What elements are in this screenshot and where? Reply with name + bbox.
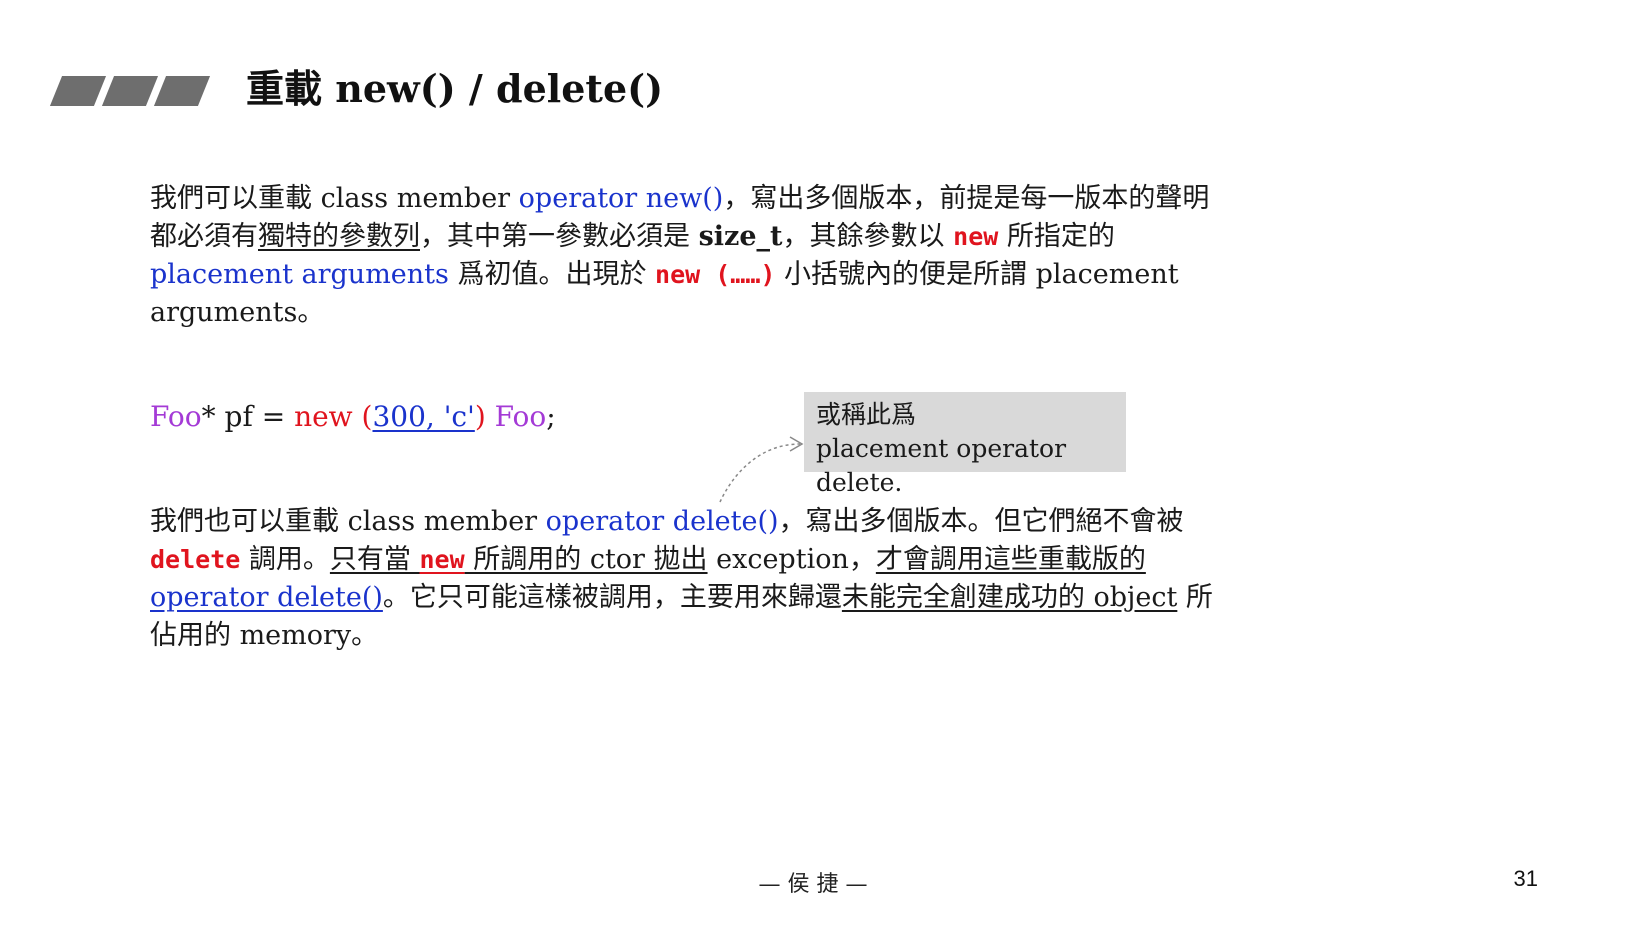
code-semicolon: ;: [546, 400, 556, 433]
code-foo-type: Foo: [150, 400, 202, 433]
note-line-2: placement operator delete.: [816, 434, 1067, 497]
code-open-paren: (: [352, 400, 373, 433]
p1-text-7: ，其餘參數以: [782, 221, 954, 252]
slide: 重載 new() / delete() 我們可以重載 class member …: [0, 0, 1626, 952]
p1-new-parens: new (……): [655, 260, 776, 289]
p1-text-9: 所指定的: [998, 221, 1115, 252]
code-pf-decl: * pf =: [201, 400, 295, 433]
title-bar-2: [101, 76, 159, 106]
slide-title: 重載 new() / delete(): [246, 66, 664, 111]
p2-exception: exception，: [707, 544, 876, 575]
title-bar-1: [49, 76, 107, 106]
page-number: 31: [1513, 866, 1538, 891]
p1-operator-new: operator new(): [518, 183, 724, 214]
p1-new-keyword: new: [953, 222, 999, 251]
p1-size-t: size_t: [698, 221, 783, 252]
p2-text-12: 。它只可能這樣被調用，主要用來歸還: [382, 582, 842, 613]
p2-text-5: 調用。: [240, 544, 330, 575]
p2-operator-delete-2: operator delete(): [150, 582, 383, 613]
title-decoration: [49, 76, 216, 106]
code-close-paren: ): [474, 400, 486, 433]
p2-delete-keyword: delete: [150, 545, 241, 574]
p2-not-fully-created: 未能完全創建成功的 object: [841, 582, 1178, 613]
note-line-1: 或稱此爲: [816, 400, 917, 429]
p2-text-1: 我們也可以重載 class member: [150, 506, 546, 537]
paragraph-operator-delete: 我們也可以重載 class member operator delete()，寫…: [150, 503, 1230, 655]
p2-only-when: 只有當: [329, 544, 420, 575]
p1-unique-params: 獨特的參數列: [258, 221, 420, 252]
code-new: new: [294, 400, 353, 433]
p2-will-call: 才會調用這些重載版的: [875, 544, 1146, 575]
code-example: Foo* pf = new (300, 'c') Foo;: [150, 400, 556, 433]
p2-ctor-throws: 所調用的 ctor 拋出: [464, 544, 708, 575]
code-foo-ctor: Foo: [485, 400, 547, 433]
footer-author: — 侯 捷 —: [758, 872, 868, 897]
note-callout: 或稱此爲 placement operator delete.: [804, 392, 1126, 497]
p1-placement-arguments: placement arguments: [150, 259, 449, 290]
p1-text-5: ，其中第一參數必須是: [420, 221, 699, 252]
note-arrow-icon: [719, 436, 804, 503]
p1-text-1: 我們可以重載 class member: [150, 183, 519, 214]
p2-new-keyword: new: [419, 545, 465, 574]
p1-text-11: 爲初值。出現於: [448, 259, 656, 290]
p2-text-3: ，寫出多個版本。但它們絕不會被: [778, 506, 1184, 537]
title-bar-3: [153, 76, 211, 106]
paragraph-operator-new: 我們可以重載 class member operator new()，寫出多個版…: [150, 180, 1230, 332]
code-args: 300, 'c': [372, 400, 475, 433]
p2-operator-delete: operator delete(): [545, 506, 779, 537]
